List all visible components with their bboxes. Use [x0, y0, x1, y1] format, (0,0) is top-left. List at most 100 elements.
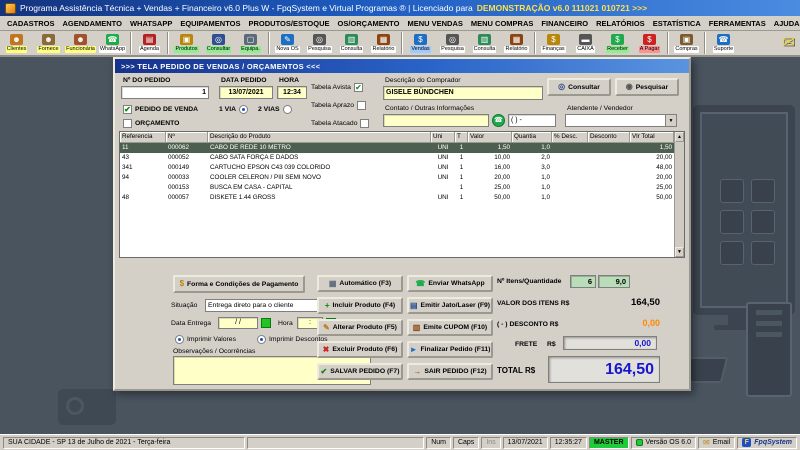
column-header-t[interactable]: T [455, 132, 468, 143]
table-row[interactable]: 94000033COOLER CELERON / PIII SEMI NOVOU… [120, 173, 674, 183]
menu-menu-compras[interactable]: MENU COMPRAS [467, 18, 538, 29]
consult-button[interactable]: ◎ Consultar [547, 78, 611, 96]
delivery-date-field[interactable]: / / [218, 317, 258, 329]
toolbar-consulta-button[interactable]: ▥Consulta [469, 31, 500, 55]
toolbar-consultar-button[interactable]: ◎Consultar [203, 31, 234, 55]
menu-produtos-estoque[interactable]: PRODUTOS/ESTOQUE [245, 18, 334, 29]
search-button[interactable]: ◉ Pesquisar [615, 78, 679, 96]
table-row[interactable]: 000153BUSCA EM CASA - CAPITAL125,001,025… [120, 183, 674, 193]
scroll-up-icon[interactable]: ▲ [675, 132, 684, 142]
chevron-down-icon[interactable]: ▼ [665, 115, 676, 126]
table-row[interactable]: 48000057DISKETE 1.44 GROSSUNI150,001,050… [120, 193, 674, 203]
toolbar-label: Vendas [410, 46, 430, 53]
sale-order-checkbox[interactable]: ✔ PEDIDO DE VENDA [123, 105, 198, 114]
menu-menu-vendas[interactable]: MENU VENDAS [403, 18, 466, 29]
toolbar-relat-rio-button[interactable]: ▦Relatório [501, 31, 532, 55]
edit-product-button[interactable]: ✎ Alterar Produto (F5) [317, 319, 403, 336]
menu-cadastros[interactable]: CADASTROS [3, 18, 59, 29]
window-titlebar[interactable]: >>> TELA PEDIDO DE VENDAS / ORÇAMENTOS <… [115, 59, 689, 73]
column-header-desc[interactable]: % Desc. [552, 132, 588, 143]
table-row[interactable]: 341000149CARTUCHO EPSON C43 039 COLORIDO… [120, 163, 674, 173]
toolbar-equipa-button[interactable]: ▢Equipa. [235, 31, 266, 55]
exit-order-button[interactable]: → SAIR PEDIDO (F12) [407, 363, 493, 380]
toolbar-pesquisa-button[interactable]: ◎Pesquisa [304, 31, 335, 55]
toolbar-receber-button[interactable]: $Receber [602, 31, 633, 55]
table-cell: 16,00 [468, 163, 512, 173]
finalize-order-button[interactable]: ► Finalizar Pedido (F11) [407, 341, 493, 358]
add-product-button[interactable]: + Incluir Produto (F4) [317, 297, 403, 314]
menu-whatsapp[interactable]: WHATSAPP [126, 18, 176, 29]
save-order-button[interactable]: ✔ SALVAR PEDIDO (F7) [317, 363, 403, 380]
toolbar-pesquisa-button[interactable]: ◎Pesquisa [437, 31, 468, 55]
status-email[interactable]: ✉ Email [698, 437, 735, 449]
print-receipt-button[interactable]: ▥ Emite CUPOM (F10) [407, 319, 493, 336]
buyer-field[interactable]: GISELE BÜNDCHEN [383, 86, 543, 100]
status-brand: F FpqSystem [737, 437, 797, 449]
order-date-field[interactable]: 13/07/2021 [219, 86, 273, 99]
toolbar-agenda-button[interactable]: ▤Agenda [134, 31, 165, 55]
column-header-n[interactable]: Nº [166, 132, 208, 143]
calendar-picker-button[interactable] [261, 318, 271, 328]
toolbar-finan-as-button[interactable]: $Finanças [538, 31, 569, 55]
toolbar-compras-button[interactable]: ▣Compras [671, 31, 702, 55]
freight-field[interactable]: 0,00 [563, 336, 657, 350]
toolbar-clientes-button[interactable]: ☻Clientes [1, 31, 32, 55]
table-row[interactable]: 43000052CABO SATA FORÇA E DADOSUNI110,00… [120, 153, 674, 163]
term-table-checkbox[interactable]: Tabela Aprazo [311, 101, 366, 110]
table-scrollbar[interactable]: ▲ ▼ [674, 132, 684, 257]
salesperson-combo[interactable]: ▼ [565, 114, 677, 127]
produtos-icon: ▣ [180, 34, 193, 45]
column-header-referencia[interactable]: Referencia [120, 132, 166, 143]
column-header-vlr-total[interactable]: Vlr Total [630, 132, 674, 143]
menu-ferramentas[interactable]: FERRAMENTAS [705, 18, 770, 29]
payment-terms-button[interactable]: $ Forma e Condições de Pagamento [173, 275, 305, 293]
table-cell: 1 [455, 163, 468, 173]
toolbar-email-button[interactable]: ✉ [782, 31, 795, 55]
scroll-down-icon[interactable]: ▼ [675, 247, 684, 257]
column-header-uni[interactable]: Uni [431, 132, 455, 143]
send-whatsapp-button[interactable]: ☎ Enviar WhatsApp [407, 275, 493, 292]
menu-estat-stica[interactable]: ESTATÍSTICA [649, 18, 705, 29]
automatic-button[interactable]: ▦ Automático (F3) [317, 275, 403, 292]
toolbar-suporte-button[interactable]: ☎Suporte [708, 31, 739, 55]
wholesale-table-checkbox[interactable]: Tabela Atacado [311, 119, 369, 128]
phone-field[interactable]: ( ) - [508, 114, 556, 127]
whatsapp-icon[interactable]: ☎ [492, 114, 505, 127]
toolbar-produtos-button[interactable]: ▣Produtos [171, 31, 202, 55]
toolbar-consulta-button[interactable]: ▥Consulta [336, 31, 367, 55]
toolbar-funcion-ria-button[interactable]: ☻Funcionária [65, 31, 96, 55]
menu-ajuda[interactable]: AJUDA [770, 18, 800, 29]
delete-product-button[interactable]: ✖ Excluir Produto (F6) [317, 341, 403, 358]
menu-equipamentos[interactable]: EQUIPAMENTOS [176, 18, 244, 29]
one-copy-radio[interactable] [239, 105, 248, 114]
status-location: SUA CIDADE - SP 13 de Julho de 2021 - Te… [3, 437, 245, 449]
menu-agendamento[interactable]: AGENDAMENTO [59, 18, 126, 29]
order-time-field[interactable]: 12:34 [277, 86, 307, 99]
toolbar-vendas-button[interactable]: $Vendas [405, 31, 436, 55]
table-row[interactable]: 11000062CABO DE REDE 10 METROUNI11,501,0… [120, 143, 674, 153]
order-number-field[interactable]: 1 [121, 86, 209, 99]
quote-checkbox[interactable]: ORÇAMENTO [123, 119, 179, 128]
cash-table-checkbox[interactable]: Tabela Avista ✔ [311, 83, 363, 92]
menu-financeiro[interactable]: FINANCEIRO [537, 18, 592, 29]
toolbar-a-pagar-button[interactable]: $A Pagar [634, 31, 665, 55]
toolbar-fornece-button[interactable]: ☻Fornece [33, 31, 64, 55]
print-values-radio[interactable] [175, 335, 184, 344]
suporte-icon: ☎ [717, 34, 730, 45]
column-header-desconto[interactable]: Desconto [588, 132, 630, 143]
column-header-valor[interactable]: Valor [468, 132, 512, 143]
menu-relat-rios[interactable]: RELATÓRIOS [592, 18, 649, 29]
toolbar-caixa-button[interactable]: ▬CAIXA [570, 31, 601, 55]
column-header-quantia[interactable]: Quantia [512, 132, 552, 143]
toolbar-relat-rio-button[interactable]: ▦Relatório [368, 31, 399, 55]
print-values-radio-row[interactable]: Imprimir Valores [175, 335, 236, 344]
toolbar-whatsapp-button[interactable]: ☎WhatsApp [97, 31, 128, 55]
two-copies-radio[interactable] [283, 105, 292, 114]
items-qty-label: Nº Itens/Quantidade [497, 278, 561, 285]
print-laser-button[interactable]: ▤ Emitir Jato/Laser (F9) [407, 297, 493, 314]
toolbar-nova-os-button[interactable]: ✎Nova OS [272, 31, 303, 55]
print-discounts-radio[interactable] [257, 335, 266, 344]
column-header-descri-o-do-produto[interactable]: Descrição do Produto [208, 132, 431, 143]
menu-os-or-amento[interactable]: OS/ORÇAMENTO [334, 18, 404, 29]
contact-field[interactable] [383, 114, 489, 127]
